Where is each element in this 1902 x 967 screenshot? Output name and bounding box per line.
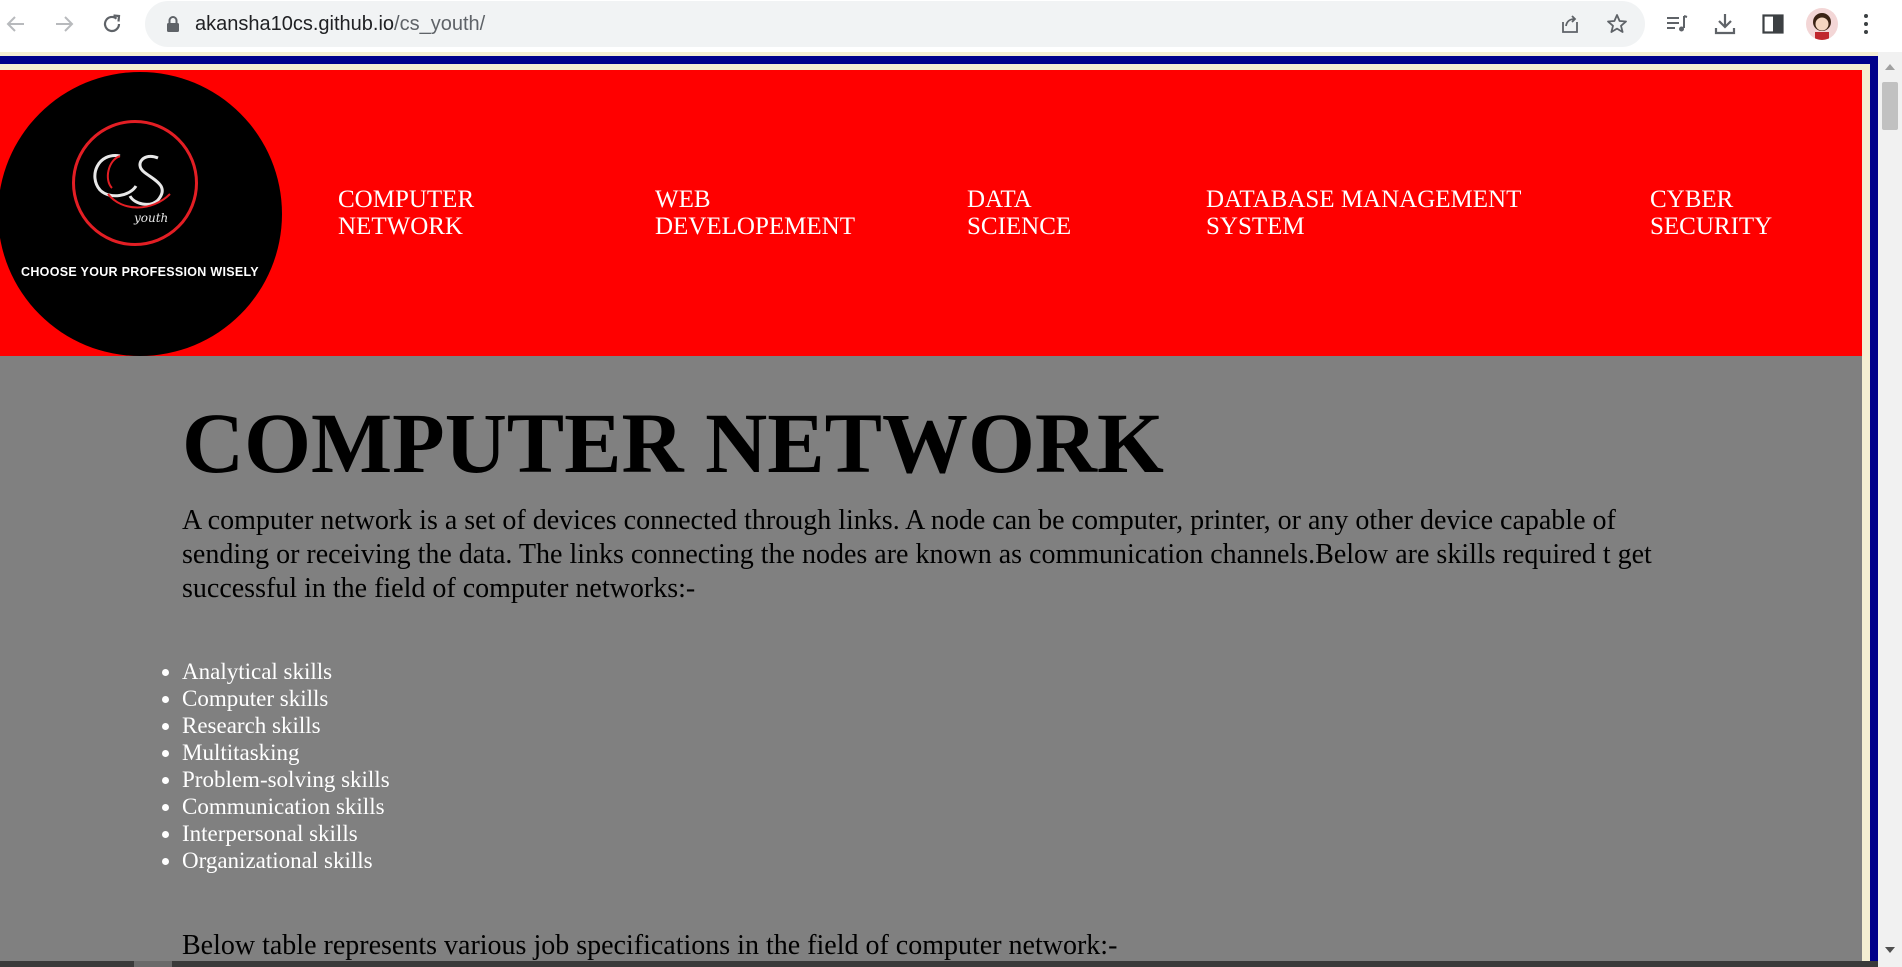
skill-item-organizational: Organizational skills	[162, 847, 390, 874]
url-text[interactable]: akansha10cs.github.io/cs_youth/	[195, 13, 485, 36]
page-viewport: youth CHOOSE YOUR PROFESSION WISELY COMP…	[0, 52, 1878, 967]
horizontal-scrollbar-thumb[interactable]	[134, 961, 172, 967]
site-header: youth CHOOSE YOUR PROFESSION WISELY COMP…	[0, 70, 1862, 356]
page-title: COMPUTER NETWORK	[182, 395, 1164, 491]
side-panel-icon[interactable]	[1760, 11, 1786, 37]
lock-icon[interactable]	[165, 15, 181, 33]
skill-item-computer: Computer skills	[162, 685, 390, 712]
logo-cs-mark: youth	[93, 154, 171, 225]
back-button[interactable]	[2, 10, 30, 38]
nav-link-cyber-security[interactable]: CYBER SECURITY	[1650, 186, 1772, 240]
back-arrow-icon	[6, 16, 24, 32]
scroll-up-arrow-icon[interactable]	[1884, 62, 1896, 72]
browser-toolbar: akansha10cs.github.io/cs_youth/	[0, 0, 1902, 52]
forward-button[interactable]	[50, 10, 78, 38]
avatar-icon	[1813, 13, 1831, 40]
share-icon[interactable]	[1558, 12, 1582, 36]
download-icon[interactable]	[1712, 11, 1738, 37]
horizontal-scrollbar[interactable]	[0, 961, 1878, 967]
skill-item-interpersonal: Interpersonal skills	[162, 820, 390, 847]
star-icon[interactable]	[1605, 12, 1629, 36]
profile-avatar[interactable]	[1806, 8, 1838, 40]
skill-item-multitasking: Multitasking	[162, 739, 390, 766]
vertical-scrollbar[interactable]	[1878, 52, 1902, 967]
table-intro-paragraph: Below table represents various job speci…	[182, 930, 1118, 961]
reading-list-icon[interactable]	[1664, 11, 1690, 37]
nav-link-data-science[interactable]: DATA SCIENCE	[967, 186, 1071, 240]
nav-link-web-developement[interactable]: WEB DEVELOPEMENT	[655, 186, 855, 240]
nav-link-computer-network[interactable]: COMPUTER NETWORK	[338, 186, 474, 240]
intro-paragraph: A computer network is a set of devices c…	[182, 505, 1652, 604]
reload-button[interactable]	[98, 10, 126, 38]
nav-link-database-management-system[interactable]: DATABASE MANAGEMENT SYSTEM	[1206, 186, 1521, 240]
site-logo[interactable]: youth CHOOSE YOUR PROFESSION WISELY	[0, 72, 282, 356]
main-content: COMPUTER NETWORK A computer network is a…	[0, 356, 1862, 967]
skill-item-research: Research skills	[162, 712, 390, 739]
logo-script: youth	[133, 211, 168, 225]
menu-icon[interactable]	[1860, 10, 1872, 38]
address-bar[interactable]: akansha10cs.github.io/cs_youth/	[145, 1, 1645, 47]
skill-item-problem-solving: Problem-solving skills	[162, 767, 390, 792]
url-path: /cs_youth/	[394, 13, 486, 35]
url-host: akansha10cs.github.io	[195, 13, 395, 35]
scrollbar-thumb[interactable]	[1882, 82, 1898, 130]
skill-item-communication: Communication skills	[162, 793, 390, 820]
forward-arrow-icon	[56, 16, 74, 32]
scroll-down-arrow-icon[interactable]	[1884, 945, 1896, 955]
skills-list: Analytical skills Computer skills Resear…	[162, 658, 390, 874]
skill-item-analytical: Analytical skills	[162, 658, 390, 685]
logo-tagline: CHOOSE YOUR PROFESSION WISELY	[21, 265, 259, 279]
reload-icon	[103, 14, 121, 33]
